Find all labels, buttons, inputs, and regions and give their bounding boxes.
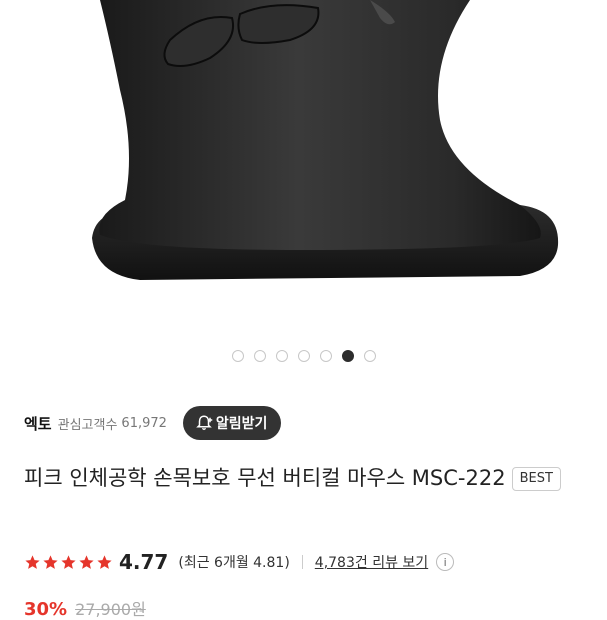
reviews-link[interactable]: 4,783건 리뷰 보기 bbox=[315, 552, 428, 572]
gallery-dot[interactable] bbox=[297, 350, 310, 362]
rating-stars bbox=[24, 554, 113, 571]
gallery-dot[interactable] bbox=[231, 350, 244, 362]
product-title: 피크 인체공학 손목보호 무선 버티컬 마우스 MSC-222 BEST bbox=[24, 460, 564, 496]
discount-rate: 30% bbox=[24, 599, 68, 620]
recent-rating: (최근 6개월 4.81) bbox=[178, 555, 290, 571]
best-badge: BEST bbox=[511, 467, 561, 491]
bell-plus-icon bbox=[196, 415, 213, 431]
rating-row: 4.77 (최근 6개월 4.81) 4,783건 리뷰 보기 i bbox=[24, 548, 583, 576]
seller-row: 엑토 관심고객수 61,972 알림받기 bbox=[24, 405, 583, 441]
gallery-dot[interactable] bbox=[341, 350, 354, 362]
star-icon bbox=[79, 554, 94, 569]
product-title-text: 피크 인체공학 손목보호 무선 버티컬 마우스 MSC-222 bbox=[24, 466, 506, 490]
brand-name[interactable]: 엑토 bbox=[24, 413, 52, 434]
divider bbox=[301, 555, 303, 569]
gallery-dot[interactable] bbox=[363, 350, 376, 362]
product-image[interactable] bbox=[0, 0, 607, 335]
gallery-pagination[interactable] bbox=[0, 350, 607, 362]
fans-count: 61,972 bbox=[121, 415, 167, 431]
fans-label: 관심고객수 bbox=[57, 417, 118, 433]
gallery-dot[interactable] bbox=[319, 350, 332, 362]
star-icon bbox=[43, 554, 58, 569]
star-icon bbox=[61, 554, 76, 569]
star-icon bbox=[97, 554, 112, 569]
original-price: 27,900원 bbox=[75, 600, 146, 619]
star-icon bbox=[25, 554, 40, 569]
price-row: 30% 27,900원 bbox=[24, 596, 146, 620]
gallery-dot[interactable] bbox=[253, 350, 266, 362]
gallery-dot[interactable] bbox=[275, 350, 288, 362]
mouse-illustration bbox=[92, 0, 559, 280]
rating-score: 4.77 bbox=[119, 550, 169, 574]
alert-subscribe-button[interactable]: 알림받기 bbox=[182, 406, 282, 440]
info-icon[interactable]: i bbox=[436, 553, 455, 571]
alert-subscribe-label: 알림받기 bbox=[215, 416, 268, 432]
